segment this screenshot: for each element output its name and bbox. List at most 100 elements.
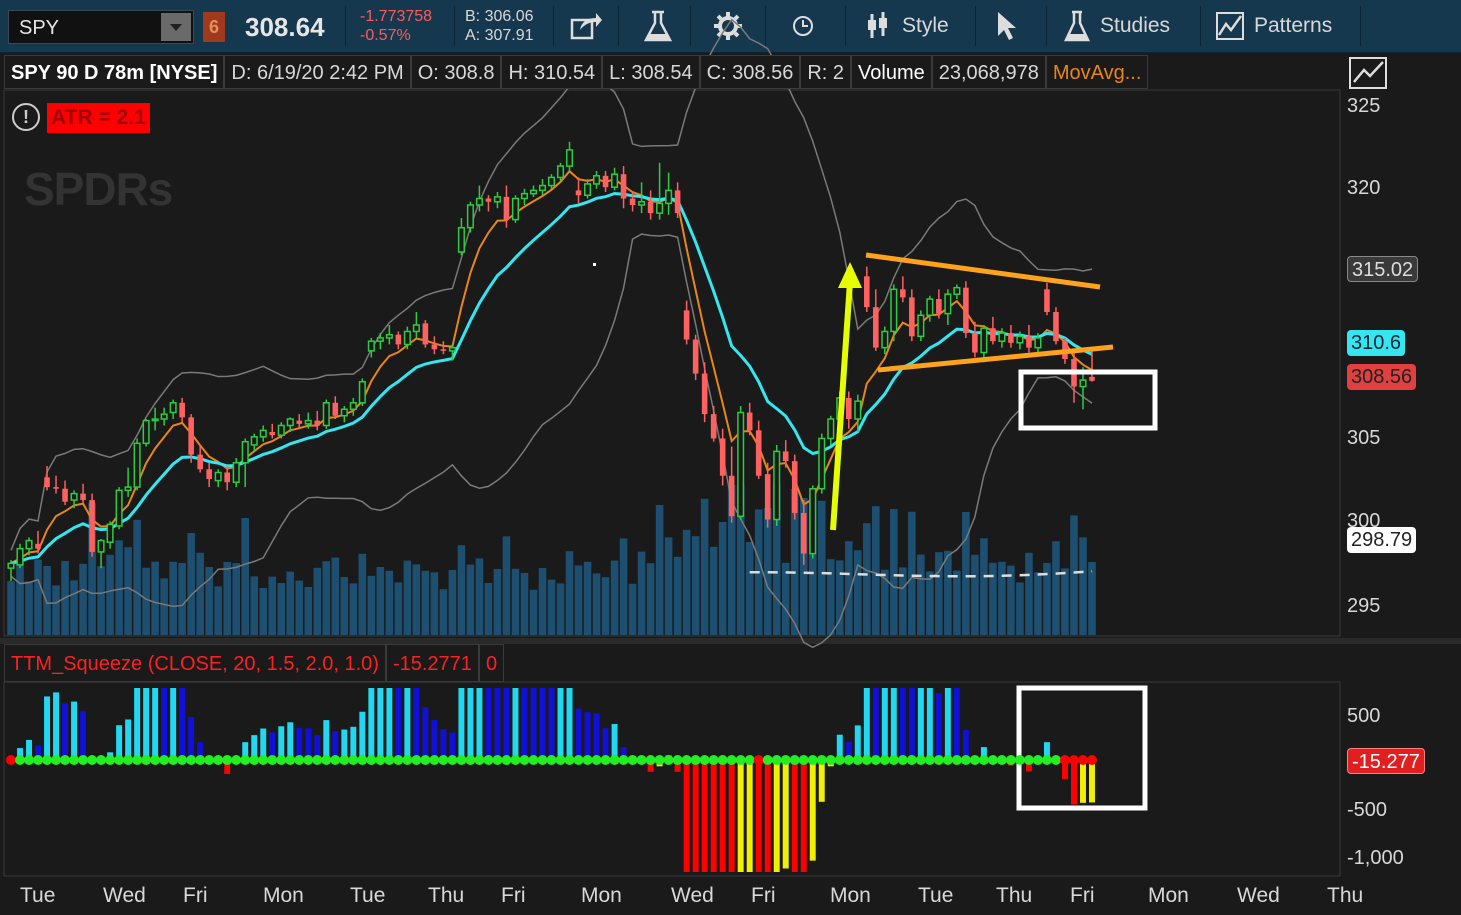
- time-label: Wed: [103, 884, 146, 907]
- squeeze-dot: [969, 755, 980, 765]
- ttm-bar: [926, 688, 933, 760]
- squeeze-dot: [663, 755, 674, 765]
- squeeze-dot: [1077, 755, 1088, 765]
- squeeze-dot: [96, 755, 107, 765]
- squeeze-dot: [123, 755, 134, 765]
- candle-body: [944, 293, 952, 315]
- candle: [466, 201, 474, 233]
- candle-body: [529, 189, 538, 195]
- candle-body: [97, 539, 105, 553]
- squeeze-dot: [429, 755, 440, 765]
- volume-bar: [1025, 552, 1033, 635]
- ttm-bar: [917, 688, 924, 760]
- squeeze-dot: [339, 755, 350, 765]
- squeeze-dot: [150, 755, 161, 765]
- candle-body: [7, 562, 15, 569]
- ttm-panel[interactable]: [3, 681, 1341, 877]
- volume-bar: [133, 519, 141, 635]
- time-label: Wed: [1237, 884, 1280, 907]
- ttm-bar: [791, 760, 798, 872]
- ttm-bar: [530, 688, 537, 760]
- squeeze-dot: [231, 755, 242, 765]
- squeeze-dot: [537, 755, 548, 765]
- ttm-bar: [395, 688, 402, 760]
- volume-bar: [998, 561, 1006, 635]
- chart-canvas[interactable]: [0, 0, 1461, 915]
- ttm-bar: [611, 723, 618, 760]
- candle-body: [412, 324, 420, 333]
- volume-bar: [628, 583, 637, 635]
- candle-body: [503, 196, 510, 220]
- squeeze-dot: [618, 755, 629, 765]
- volume-bar: [980, 538, 988, 635]
- ttm-bar: [746, 760, 753, 872]
- candle-body: [755, 430, 762, 476]
- candle-body: [124, 486, 132, 492]
- volume-bar: [664, 537, 673, 635]
- volume-bar: [169, 561, 177, 635]
- volume-bar: [989, 562, 997, 635]
- time-label: Mon: [581, 884, 622, 907]
- ttm-bar: [575, 708, 582, 760]
- chart-title[interactable]: SPY 90 D 78m [NYSE]: [4, 55, 225, 89]
- squeeze-dot: [789, 755, 800, 765]
- candle: [142, 419, 150, 447]
- candle: [358, 378, 366, 407]
- ttm-bar: [953, 688, 960, 760]
- candle-body: [53, 487, 59, 489]
- ttm-bar: [71, 701, 78, 760]
- volume-bar: [953, 570, 961, 635]
- squeeze-dot: [933, 755, 944, 765]
- ttm-bar: [80, 711, 87, 760]
- candle-body: [881, 330, 889, 349]
- ttm-bar: [755, 760, 762, 872]
- ttm-bar: [467, 688, 474, 760]
- alert-icon[interactable]: !: [12, 103, 40, 131]
- squeeze-dot: [69, 755, 80, 765]
- ttm-bar: [44, 696, 51, 760]
- squeeze-dot: [528, 755, 539, 765]
- squeeze-dot: [393, 755, 404, 765]
- candle-body: [35, 543, 41, 549]
- squeeze-dot: [708, 755, 719, 765]
- ttm-bar: [116, 725, 123, 760]
- candle-body: [1008, 333, 1014, 343]
- squeeze-dot: [591, 755, 602, 765]
- ttm-bar: [359, 711, 366, 760]
- squeeze-dot: [501, 755, 512, 765]
- drawing-tool-icon[interactable]: [1349, 57, 1387, 89]
- candle-body: [115, 489, 123, 527]
- squeeze-dot: [897, 755, 908, 765]
- ttm-bar: [890, 688, 897, 760]
- movavg-label[interactable]: MovAvg...: [1045, 55, 1149, 89]
- squeeze-dot: [1087, 755, 1097, 765]
- squeeze-dot: [213, 755, 224, 765]
- candle-body: [169, 402, 177, 414]
- volume-bar: [574, 565, 583, 635]
- candle-body: [322, 402, 330, 427]
- volume-bar: [493, 569, 502, 635]
- squeeze-dot: [600, 755, 611, 765]
- time-label: Fri: [183, 884, 208, 907]
- volume-bar: [196, 552, 204, 635]
- volume-bar: [331, 557, 340, 635]
- squeeze-dot: [447, 755, 458, 765]
- volume-bar: [673, 556, 682, 635]
- candle-body: [277, 424, 285, 436]
- ttm-study-name[interactable]: TTM_Squeeze (CLOSE, 20, 1.5, 2.0, 1.0): [4, 644, 386, 682]
- candle-body: [520, 192, 529, 200]
- squeeze-dot: [1050, 755, 1061, 765]
- squeeze-dot: [6, 755, 16, 765]
- squeeze-dot: [834, 755, 845, 765]
- candle-body: [44, 477, 50, 488]
- candle-body: [556, 165, 565, 179]
- candle-body: [511, 197, 520, 221]
- volume-bar: [511, 568, 520, 635]
- candle: [791, 454, 798, 520]
- time-label: Tue: [20, 884, 56, 907]
- squeeze-dot: [996, 755, 1007, 765]
- squeeze-dot: [555, 755, 566, 765]
- volume-bar: [376, 567, 385, 635]
- candle-body: [106, 523, 114, 543]
- ttm-tick-neg1000: -1,000: [1347, 847, 1404, 869]
